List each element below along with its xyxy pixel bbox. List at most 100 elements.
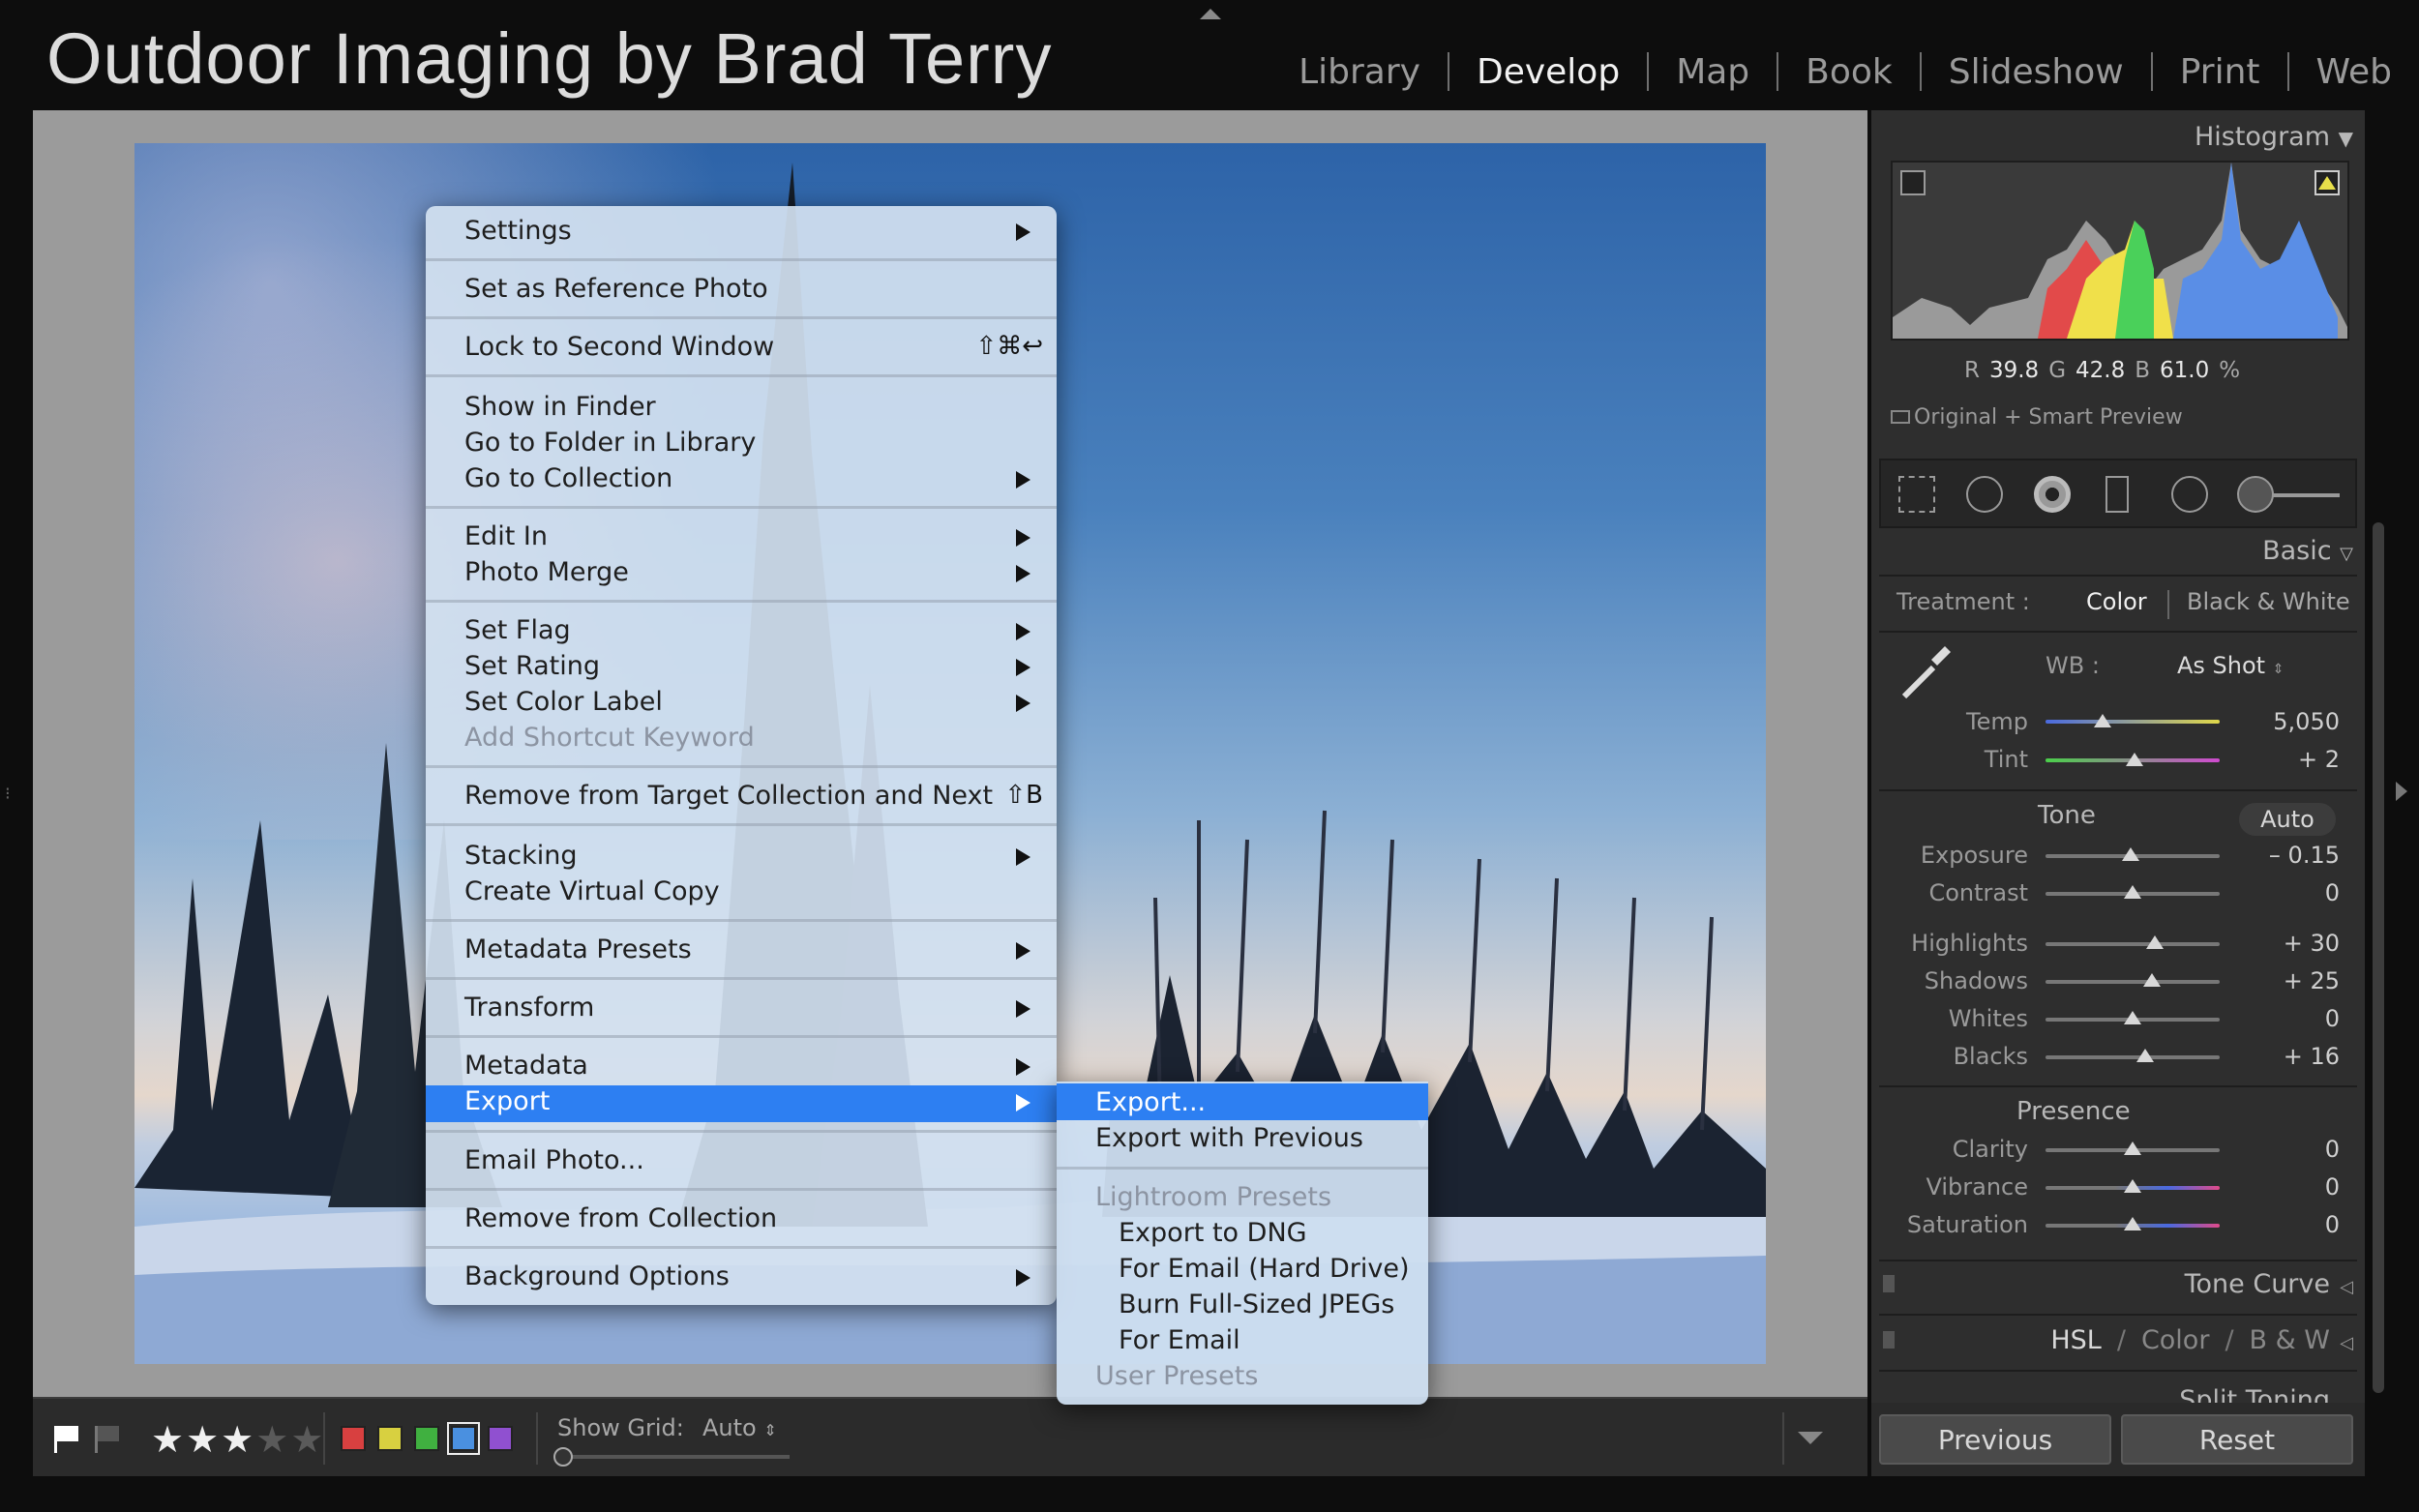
red-eye-icon[interactable] [2034,476,2071,513]
toolbar-menu-icon[interactable] [1798,1432,1823,1444]
module-book[interactable]: Book [1778,52,1920,92]
wb-select[interactable]: As Shot ⇕ [2177,652,2284,679]
auto-tone-button[interactable]: Auto [2239,803,2336,836]
histogram[interactable] [1891,161,2349,341]
hsl-tab[interactable]: HSL [2050,1325,2101,1355]
highlights-thumb[interactable] [2146,935,2165,949]
right-panel-toggle-icon[interactable] [2396,782,2407,801]
star-icon[interactable]: ★ [221,1418,255,1461]
module-develop[interactable]: Develop [1449,52,1647,92]
contrast-thumb[interactable] [2124,885,2141,899]
treatment-bw-button[interactable]: Black & White [2187,588,2350,615]
highlights-slider[interactable] [2046,942,2220,946]
menu-item-transform[interactable]: Transform [464,993,594,1023]
clarity-value[interactable]: 0 [2249,1136,2340,1163]
tint-thumb[interactable] [2125,753,2143,766]
submenu-item-export[interactable]: Export... [1095,1087,1206,1117]
menu-item-settings[interactable]: Settings [464,216,572,246]
saturation-thumb[interactable] [2124,1217,2141,1230]
module-slideshow[interactable]: Slideshow [1922,52,2151,92]
treatment-color-button[interactable]: Color [2086,588,2147,615]
exposure-thumb[interactable] [2122,847,2140,861]
star-icon[interactable]: ★ [186,1418,221,1461]
temp-slider[interactable] [2046,720,2220,724]
menu-item-create-virtual-copy[interactable]: Create Virtual Copy [464,876,720,906]
color-tab[interactable]: Color [2141,1325,2210,1355]
previous-button[interactable]: Previous [1879,1414,2111,1465]
color-label-swatch[interactable] [488,1426,513,1451]
shadow-clipping-icon[interactable] [1900,170,1926,195]
menu-item-set-rating[interactable]: Set Rating [464,651,600,681]
highlights-value[interactable]: + 30 [2249,930,2340,957]
tint-value[interactable]: + 2 [2249,746,2340,773]
submenu-item-burn-full-sized-jpegs[interactable]: Burn Full-Sized JPEGs [1119,1290,1394,1319]
top-panel-toggle-icon[interactable] [1200,9,1221,19]
spot-removal-icon[interactable] [1966,476,2003,513]
vibrance-thumb[interactable] [2124,1179,2141,1193]
exposure-value[interactable]: – 0.15 [2249,842,2340,869]
star-icon[interactable]: ★ [290,1418,325,1461]
temp-value[interactable]: 5,050 [2249,708,2340,735]
menu-item-show-in-finder[interactable]: Show in Finder [464,392,656,422]
grid-opacity-thumb[interactable] [553,1447,573,1467]
submenu-item-export-to-dng[interactable]: Export to DNG [1119,1218,1307,1248]
tone-curve-header[interactable]: Tone Curve [2185,1269,2330,1299]
module-library[interactable]: Library [1271,52,1448,92]
flag-picked-icon[interactable] [54,1426,79,1453]
saturation-value[interactable]: 0 [2249,1211,2340,1238]
right-panel-scrollbar[interactable] [2373,522,2384,1393]
star-icon[interactable]: ★ [255,1418,290,1461]
blacks-thumb[interactable] [2135,1049,2154,1062]
color-label-swatch[interactable] [377,1426,403,1451]
adjustment-brush-icon[interactable] [2237,476,2274,513]
bw-tab[interactable]: B & W [2250,1325,2330,1355]
module-print[interactable]: Print [2153,52,2287,92]
panel-switch-icon[interactable] [1883,1331,1895,1349]
menu-item-set-color-label[interactable]: Set Color Label [464,687,663,717]
rating-stars[interactable]: ★★★★★ [151,1418,325,1461]
menu-item-metadata-presets[interactable]: Metadata Presets [464,934,692,964]
blacks-slider[interactable] [2046,1055,2220,1059]
menu-item-export[interactable]: Export [464,1086,550,1116]
color-label-swatch[interactable] [447,1422,480,1455]
menu-item-stacking[interactable]: Stacking [464,841,578,871]
menu-item-go-to-collection[interactable]: Go to Collection [464,463,672,493]
menu-item-email-photo[interactable]: Email Photo... [464,1145,644,1175]
menu-item-set-as-reference-photo[interactable]: Set as Reference Photo [464,274,768,304]
menu-item-edit-in[interactable]: Edit In [464,521,548,551]
crop-icon[interactable] [1898,476,1935,513]
whites-thumb[interactable] [2124,1011,2141,1024]
highlight-clipping-icon[interactable] [2314,170,2340,195]
shadows-thumb[interactable] [2142,973,2161,987]
menu-item-remove-from-target-collection-and-next[interactable]: Remove from Target Collection and Next [464,781,993,811]
split-toning-header[interactable]: Split Toning [1879,1385,2357,1403]
contrast-value[interactable]: 0 [2249,879,2340,906]
menu-item-metadata[interactable]: Metadata [464,1051,588,1081]
show-grid-select[interactable]: Auto ⇕ [702,1414,777,1441]
graduated-filter-icon[interactable] [2105,476,2129,513]
color-label-swatch[interactable] [341,1426,366,1451]
collapse-icon[interactable]: ◁ [2340,1333,2353,1353]
menu-item-set-flag[interactable]: Set Flag [464,615,571,645]
shadows-slider[interactable] [2046,980,2220,984]
panel-switch-icon[interactable] [1883,1275,1895,1292]
basic-header[interactable]: Basic ▽ [2262,536,2353,566]
whites-value[interactable]: 0 [2249,1005,2340,1032]
blacks-value[interactable]: + 16 [2249,1043,2340,1070]
white-balance-selector-icon[interactable] [1895,640,1956,702]
color-label-swatch[interactable] [414,1426,439,1451]
module-web[interactable]: Web [2289,52,2419,92]
menu-item-go-to-folder-in-library[interactable]: Go to Folder in Library [464,428,756,458]
module-map[interactable]: Map [1649,52,1777,92]
menu-item-background-options[interactable]: Background Options [464,1261,730,1291]
star-icon[interactable]: ★ [151,1418,186,1461]
shadows-value[interactable]: + 25 [2249,967,2340,994]
submenu-item-export-with-previous[interactable]: Export with Previous [1095,1123,1363,1153]
histogram-header[interactable]: Histogram ▼ [2195,122,2353,152]
menu-item-remove-from-collection[interactable]: Remove from Collection [464,1203,777,1233]
temp-thumb[interactable] [2094,714,2112,727]
flag-rejected-icon[interactable] [95,1426,120,1453]
left-panel-toggle-icon[interactable]: ⁝ [5,784,11,804]
submenu-item-for-email-hard-drive[interactable]: For Email (Hard Drive) [1119,1254,1410,1284]
menu-item-photo-merge[interactable]: Photo Merge [464,557,629,587]
